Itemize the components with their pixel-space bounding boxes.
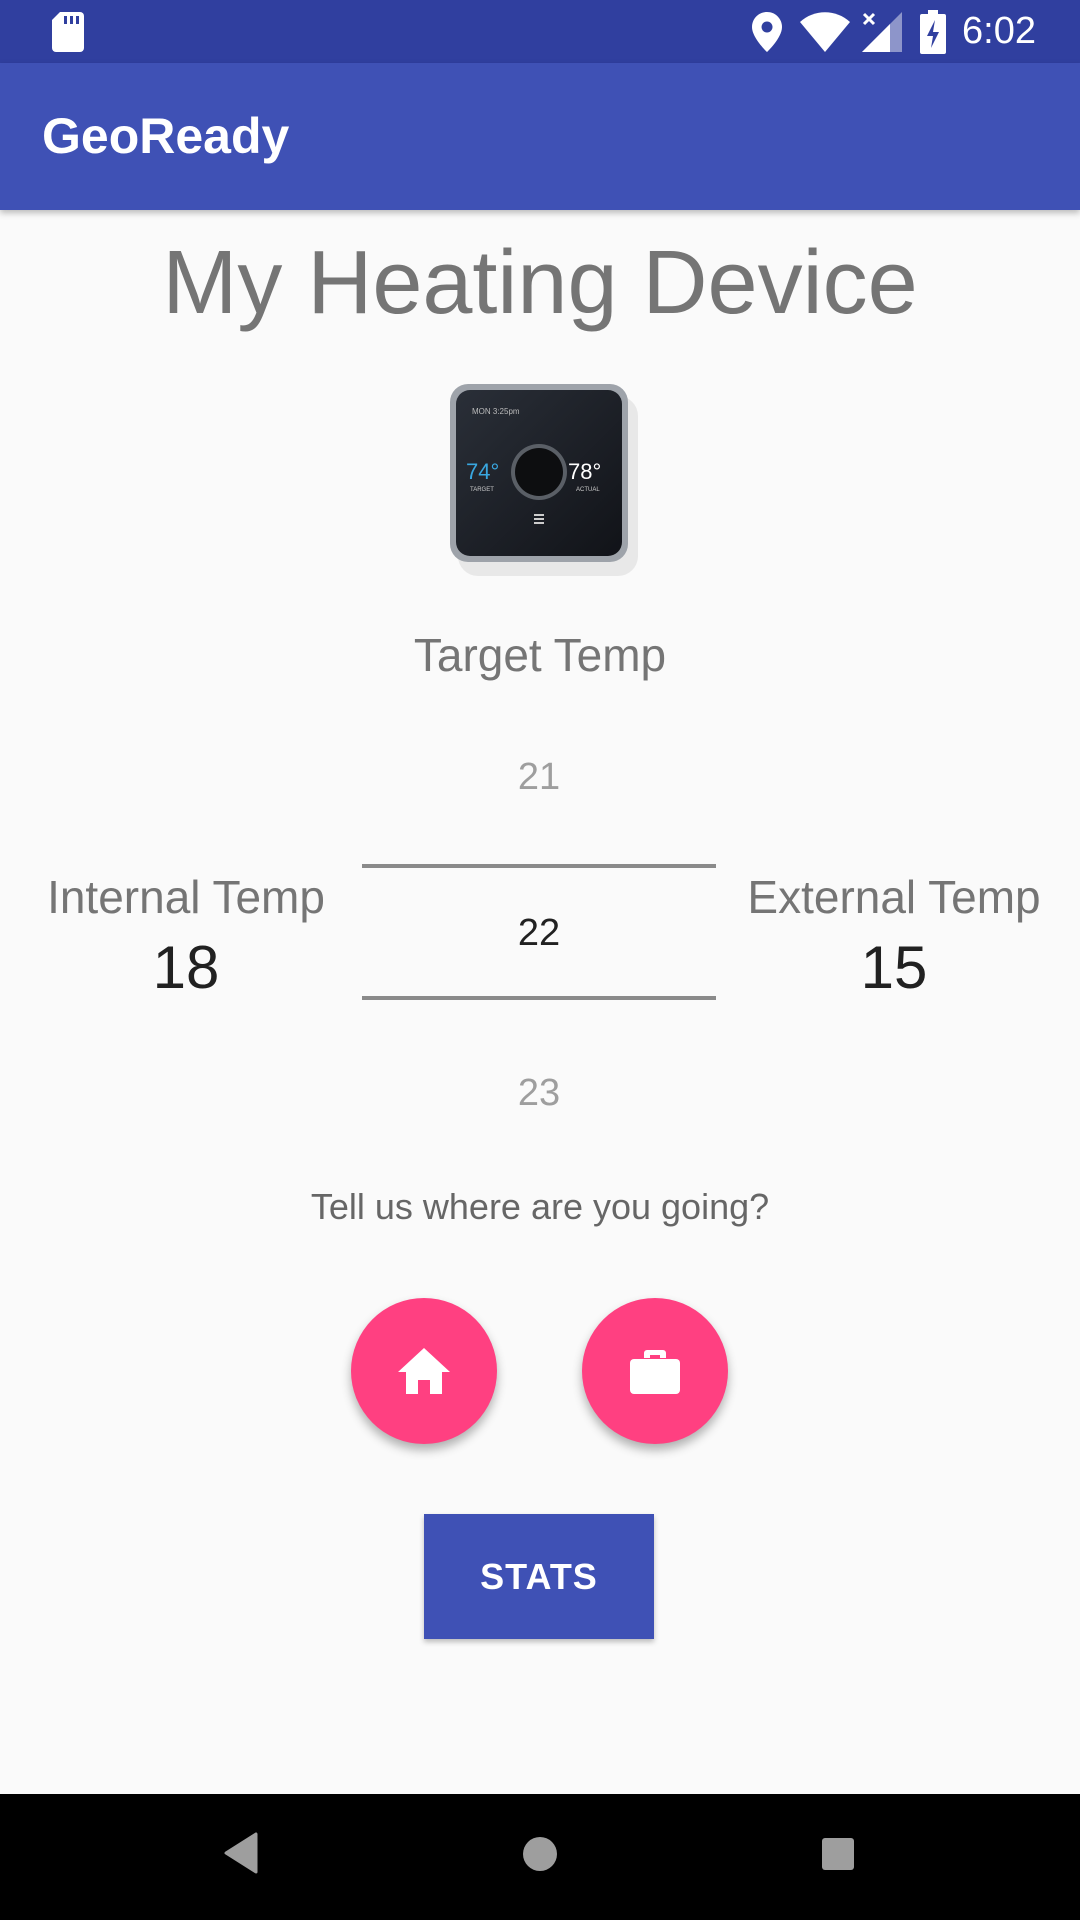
picker-next-value[interactable]: 23 xyxy=(362,1072,716,1115)
picker-divider-bottom xyxy=(362,996,716,1000)
target-temp-label: Target Temp xyxy=(413,629,667,681)
svg-text:78°: 78° xyxy=(568,459,601,484)
page-title: My Heating Device xyxy=(162,233,918,333)
status-clock: 6:02 xyxy=(962,10,1036,52)
stats-button[interactable]: STATS xyxy=(424,1514,654,1639)
app-title: GeoReady xyxy=(42,108,290,164)
navigation-bar xyxy=(0,1794,1080,1920)
thermostat-image: MON 3:25pm 74° 78° TARGET ACTUAL xyxy=(450,384,638,576)
home-icon xyxy=(398,1348,450,1394)
internal-temp-label: Internal Temp xyxy=(47,871,325,923)
work-button[interactable] xyxy=(582,1298,728,1444)
wifi-icon xyxy=(800,12,850,52)
picker-current-value[interactable]: 22 xyxy=(362,912,716,955)
signal-icon xyxy=(862,12,902,52)
svg-text:74°: 74° xyxy=(466,459,499,484)
svg-text:ACTUAL: ACTUAL xyxy=(576,487,600,493)
location-icon xyxy=(752,12,782,52)
back-icon[interactable] xyxy=(224,1832,258,1874)
internal-temp-value: 18 xyxy=(152,934,220,1001)
destination-question: Tell us where are you going? xyxy=(310,1186,770,1227)
app-bar: GeoReady xyxy=(0,63,1080,210)
svg-text:MON 3:25pm: MON 3:25pm xyxy=(472,407,520,416)
sd-card-icon xyxy=(52,12,84,52)
picker-divider-top xyxy=(362,864,716,868)
briefcase-icon xyxy=(630,1350,680,1394)
external-temp-value: 15 xyxy=(860,934,928,1001)
external-temp-label: External Temp xyxy=(747,871,1041,923)
picker-prev-value[interactable]: 21 xyxy=(362,756,716,799)
svg-text:TARGET: TARGET xyxy=(470,487,494,493)
battery-charging-icon xyxy=(920,10,946,54)
recents-icon[interactable] xyxy=(822,1838,854,1870)
status-bar: 6:02 xyxy=(0,0,1080,63)
home-circle-icon[interactable] xyxy=(522,1836,558,1872)
home-button[interactable] xyxy=(351,1298,497,1444)
